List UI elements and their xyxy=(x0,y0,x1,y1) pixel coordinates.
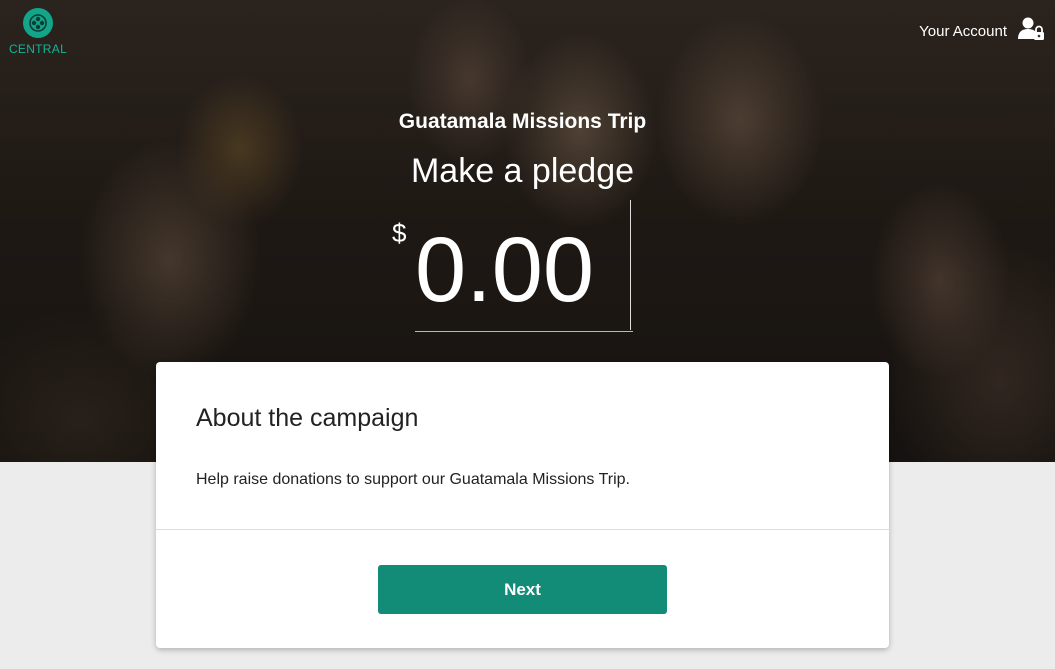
campaign-title: Guatamala Missions Trip xyxy=(398,110,647,133)
pledge-heading: Make a pledge xyxy=(410,152,635,190)
campaign-description: Help raise donations to support our Guat… xyxy=(196,471,630,488)
user-lock-icon xyxy=(1017,16,1045,47)
account-link[interactable]: Your Account xyxy=(919,16,1045,47)
logo[interactable]: CENTRAL xyxy=(8,8,68,60)
divider xyxy=(156,529,889,530)
currency-symbol: $ xyxy=(392,218,407,248)
pledge-amount-input[interactable] xyxy=(415,210,633,332)
campaign-card: About the campaign Help raise donations … xyxy=(156,362,889,648)
account-label: Your Account xyxy=(919,23,1007,40)
next-button[interactable]: Next xyxy=(378,565,667,614)
card-heading: About the campaign xyxy=(196,404,419,432)
cross-circle-icon xyxy=(23,8,53,38)
logo-text: CENTRAL xyxy=(8,42,68,56)
text-caret xyxy=(630,200,631,330)
